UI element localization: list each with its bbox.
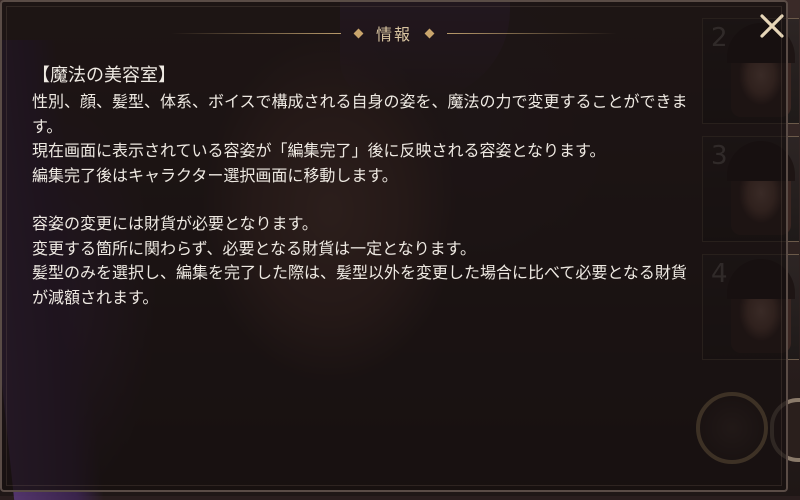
diamond-ornament-icon <box>353 28 364 38</box>
content-heading: 【魔法の美容室】 <box>32 65 176 86</box>
text-line: 髪型のみを選択し、編集を完了した際は、髪型以外を変更した場合に比べて必要となる財… <box>32 263 687 282</box>
text-line: す。 <box>32 116 63 136</box>
text-line: が減額されます。 <box>32 287 159 307</box>
text-line: 変更する箇所に関わらず、必要となる財貨は一定となります。 <box>32 238 477 258</box>
dialog-content: 【魔法の美容室】 性別、顔、髪型、体系、ボイスで構成される自身の姿を、魔法の力で… <box>32 62 767 310</box>
title-ornament-line-right <box>447 32 617 34</box>
text-line: 編集完了後はキャラクター選択画面に移動します。 <box>32 165 398 185</box>
paragraph-1: 性別、顔、髪型、体系、ボイスで構成される自身の姿を、魔法の力で変更することができ… <box>32 90 767 188</box>
close-x-icon <box>760 14 784 38</box>
text-line: 現在画面に表示されている容姿が「編集完了」後に反映される容姿となります。 <box>32 141 606 160</box>
close-button[interactable] <box>756 10 788 42</box>
text-line: 容姿の変更には財貨が必要となります。 <box>32 214 318 233</box>
diamond-ornament-icon <box>424 28 435 38</box>
info-dialog: 情報 【魔法の美容室】 性別、顔、髪型、体系、ボイスで構成される自身の姿を、魔法… <box>0 0 788 492</box>
title-ornament-line-left <box>170 32 341 34</box>
paragraph-2: 容姿の変更には財貨が必要となります。 変更する箇所に関わらず、必要となる財貨は一… <box>32 212 767 310</box>
dialog-title: 情報 <box>375 25 412 44</box>
dialog-title-bar: 情報 <box>2 18 786 48</box>
text-line: 性別、顔、髪型、体系、ボイスで構成される自身の姿を、魔法の力で変更することができ… <box>32 92 688 111</box>
